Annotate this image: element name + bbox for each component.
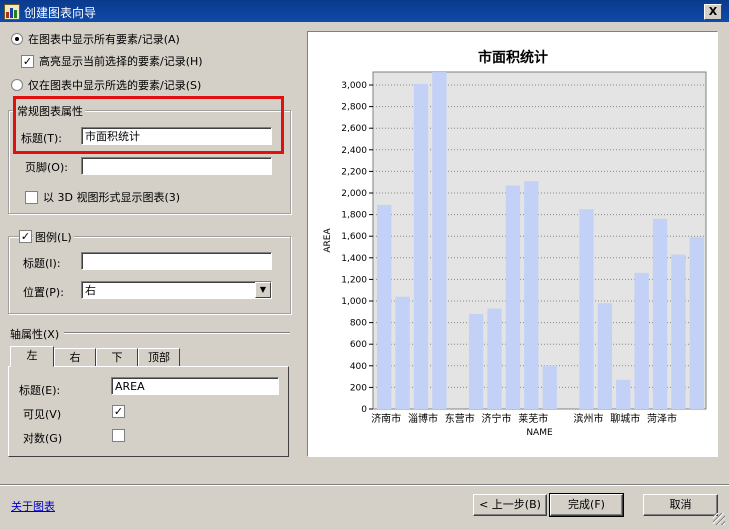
axis-log-label: 对数(G) — [23, 432, 63, 445]
y-tick-label: 2,000 — [341, 189, 367, 199]
bar — [505, 185, 521, 409]
x-tick-label: 聊城市 — [610, 412, 640, 425]
bar — [524, 181, 539, 409]
bar — [652, 218, 668, 409]
bar — [413, 83, 429, 410]
bar — [432, 72, 447, 409]
x-tick-label: 莱芜市 — [518, 412, 548, 425]
axis-visible-checkbox[interactable]: ✓ — [112, 405, 125, 418]
chart-title: 市面积统计 — [478, 49, 548, 66]
chart-preview-panel: 市面积统计 0 200 400 600 800 1,000 1,200 1,400 1,600 1,… — [307, 31, 718, 457]
bar — [468, 313, 484, 409]
bar — [579, 209, 594, 409]
y-tick-label: 3,000 — [341, 81, 367, 91]
legend-position-select[interactable]: 右 ▼ — [81, 281, 272, 299]
axis-section-label: 轴属性(X) — [10, 328, 60, 341]
y-tick-label: 2,200 — [341, 167, 367, 177]
chart-app-icon — [4, 4, 20, 20]
back-button[interactable]: < 上一步(B) — [473, 494, 547, 516]
title-bar: 创建图表向导 X — [0, 0, 729, 22]
y-tick-label: 1,600 — [341, 232, 367, 242]
radio-show-all-label: 在图表中显示所有要素/记录(A) — [28, 33, 180, 46]
y-tick-label: 1,200 — [341, 275, 367, 285]
bar — [377, 204, 392, 409]
bar — [542, 365, 557, 409]
x-tick-label: 济宁市 — [482, 412, 512, 425]
bar — [616, 379, 631, 409]
bar — [689, 237, 704, 409]
legend-title-input[interactable] — [81, 252, 272, 270]
axis-log-checkbox[interactable] — [112, 429, 125, 442]
axis-divider — [64, 332, 290, 334]
window-title: 创建图表向导 — [24, 6, 97, 20]
highlight-annotation-box — [13, 96, 284, 154]
x-axis-label: NAME — [526, 428, 553, 438]
tab-bottom[interactable]: 下 — [96, 348, 138, 367]
chevron-down-icon[interactable]: ▼ — [255, 282, 271, 298]
x-tick-label: 菏泽市 — [647, 412, 677, 425]
y-tick-label: 600 — [350, 340, 367, 350]
radio-show-all[interactable] — [11, 33, 23, 45]
y-tick-label: 400 — [350, 362, 367, 372]
legend-group — [8, 236, 291, 314]
x-tick-label: 淄博市 — [408, 412, 438, 425]
chart-footer-input[interactable] — [81, 157, 272, 175]
y-tick-label: 2,600 — [341, 124, 367, 134]
bar — [395, 296, 410, 409]
legend-group-label: 图例(L) — [33, 229, 74, 245]
cancel-button[interactable]: 取消 — [643, 494, 718, 516]
x-tick-label: 济南市 — [371, 412, 401, 425]
about-chart-link[interactable]: 关于图表 — [11, 498, 55, 514]
finish-button[interactable]: 完成(F) — [549, 493, 624, 517]
x-tick-label: 滨州市 — [573, 412, 603, 425]
highlight-label: 高亮显示当前选择的要素/记录(H) — [39, 55, 203, 68]
y-tick-label: 200 — [350, 383, 367, 393]
bar-chart: 市面积统计 0 200 400 600 800 1,000 1,200 1,400 1,600 1,… — [323, 49, 707, 438]
axis-title-input[interactable]: AREA — [111, 377, 279, 395]
radio-show-selected-label: 仅在图表中显示所选的要素/记录(S) — [28, 79, 202, 92]
three-d-label: 以 3D 视图形式显示图表(3) — [43, 191, 181, 204]
y-tick-label: 0 — [361, 405, 367, 415]
y-axis-label: AREA — [323, 228, 333, 253]
bar — [487, 308, 502, 409]
bar — [597, 303, 613, 409]
y-tick-label: 1,800 — [341, 211, 367, 221]
tab-right[interactable]: 右 — [54, 348, 96, 367]
three-d-checkbox[interactable] — [25, 191, 38, 204]
legend-checkbox[interactable]: ✓ — [19, 230, 32, 243]
x-tick-label: 东营市 — [445, 412, 475, 425]
footer-label: 页脚(O): — [25, 161, 68, 174]
bar — [634, 272, 649, 409]
bar — [671, 254, 686, 409]
y-tick-label: 800 — [350, 319, 367, 329]
legend-title-label: 标题(I): — [23, 257, 61, 270]
tab-left[interactable]: 左 — [10, 346, 54, 367]
radio-show-selected[interactable] — [11, 79, 23, 91]
y-tick-label: 2,400 — [341, 146, 367, 156]
legend-position-label: 位置(P): — [23, 286, 64, 299]
axis-title-label: 标题(E): — [19, 384, 61, 397]
y-tick-label: 1,400 — [341, 254, 367, 264]
legend-position-value: 右 — [85, 284, 96, 297]
y-tick-label: 2,800 — [341, 103, 367, 113]
y-tick-label: 1,000 — [341, 297, 367, 307]
tab-top[interactable]: 顶部 — [138, 348, 180, 367]
close-icon[interactable]: X — [704, 4, 722, 20]
bottom-divider — [0, 484, 729, 486]
axis-visible-label: 可见(V) — [23, 408, 62, 421]
resize-grip-icon[interactable] — [713, 513, 725, 525]
highlight-checkbox[interactable]: ✓ — [21, 55, 34, 68]
